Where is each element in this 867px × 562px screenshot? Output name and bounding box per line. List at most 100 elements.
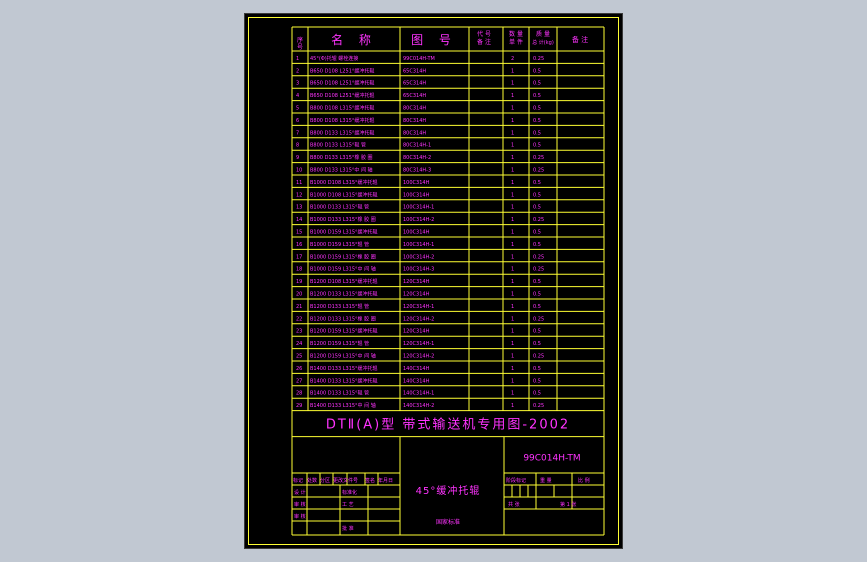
row-name: B800 D108 L315°缓冲托辊 (310, 105, 374, 112)
row-weight: 0.5 (533, 366, 541, 372)
header-weight: 总 计(kg) (532, 39, 554, 46)
row-qty: 1 (511, 230, 514, 236)
row-weight: 0.5 (533, 378, 541, 384)
row-name: 45°(Φ)托辊 螺栓连接 (310, 55, 358, 62)
row-qty: 1 (511, 81, 514, 87)
row-qty: 1 (511, 155, 514, 161)
row-name: B1000 D159 L315°缓冲托辊 (310, 229, 378, 236)
row-seq: 25 (296, 354, 302, 360)
row-seq: 18 (296, 267, 302, 273)
row-seq: 4 (296, 93, 299, 99)
row-seq: 10 (296, 168, 302, 174)
row-name: B650 D108 L251°缓冲托辊 (310, 80, 374, 87)
row-name: B800 D133 L315°橡 胶 圈 (310, 154, 373, 161)
row-drawing-no: 120C314H-2 (403, 316, 434, 322)
row-seq: 12 (296, 192, 302, 198)
row-qty: 1 (511, 304, 514, 310)
row-qty: 1 (511, 329, 514, 335)
row-weight: 0.5 (533, 106, 541, 112)
header-qty: 数 量 (509, 30, 523, 38)
header-material: 代 号 (477, 30, 491, 38)
rev-mark: 标记 (293, 477, 303, 484)
header-weight: 质 量 (536, 30, 550, 38)
row-weight: 0.5 (533, 118, 541, 124)
row-drawing-no: 120C314H-1 (403, 304, 434, 310)
stage-label: 阶段标记 (506, 477, 526, 484)
row-drawing-no: 80C314H (403, 106, 426, 112)
row-seq: 6 (296, 118, 299, 124)
row-drawing-no: 80C314H (403, 118, 426, 124)
row-name: B800 D133 L315°缓冲托辊 (310, 129, 374, 136)
row-qty: 1 (511, 130, 514, 136)
row-qty: 1 (511, 279, 514, 285)
rev-doc: 更改文件号 (333, 477, 358, 484)
row-drawing-no: 80C314H (403, 130, 426, 136)
row-qty: 1 (511, 93, 514, 99)
header-seq: 序 (297, 36, 303, 44)
row-weight: 0.5 (533, 93, 541, 99)
row-drawing-no: 100C314H-3 (403, 267, 434, 273)
rev-count: 处数 (307, 477, 317, 484)
row-name: B650 D108 L251°缓冲托辊 (310, 67, 374, 74)
main-title: DTⅡ(A)型 带式输送机专用图-2002 (326, 417, 570, 433)
row-name: B1400 D133 L315°中 间 轴 (310, 402, 376, 409)
header-material: 备 注 (477, 38, 491, 46)
row-seq: 11 (296, 180, 302, 186)
row-weight: 0.25 (533, 168, 544, 174)
row-qty: 1 (511, 354, 514, 360)
row-weight: 0.5 (533, 242, 541, 248)
row-qty: 1 (511, 192, 514, 198)
row-weight: 0.25 (533, 56, 544, 62)
standard-label: 标准化 (342, 489, 357, 496)
row-qty: 1 (511, 205, 514, 211)
row-drawing-no: 100C314H (403, 192, 430, 198)
row-weight: 0.25 (533, 354, 544, 360)
row-seq: 16 (296, 242, 302, 248)
row-drawing-no: 120C314H (403, 279, 430, 285)
row-drawing-no: 120C314H-2 (403, 354, 434, 360)
row-weight: 0.25 (533, 316, 544, 322)
row-seq: 17 (296, 254, 302, 260)
row-seq: 7 (296, 130, 299, 136)
header-drawing-no: 图 号 (411, 33, 457, 47)
row-weight: 0.5 (533, 180, 541, 186)
row-name: B1000 D108 L315°缓冲托辊 (310, 191, 378, 198)
row-drawing-no: 80C314H-3 (403, 168, 431, 174)
rev-date: 年月日 (378, 477, 393, 484)
weight-label: 重 量 (540, 477, 552, 484)
row-drawing-no: 140C314H (403, 378, 430, 384)
row-qty: 1 (511, 292, 514, 298)
row-seq: 9 (296, 155, 299, 161)
row-name: B1200 D133 L315°橡 胶 圈 (310, 315, 376, 322)
row-weight: 0.5 (533, 329, 541, 335)
row-weight: 0.5 (533, 391, 541, 397)
row-drawing-no: 120C314H-1 (403, 341, 434, 347)
row-drawing-no: 140C314H (403, 366, 430, 372)
row-weight: 0.25 (533, 267, 544, 273)
header-seq: 号 (297, 44, 303, 51)
row-name: B1400 D133 L315°辊 管 (310, 390, 369, 397)
owner-label: 国家标准 (436, 518, 460, 526)
row-qty: 1 (511, 106, 514, 112)
row-weight: 0.5 (533, 81, 541, 87)
row-drawing-no: 100C314H (403, 230, 430, 236)
check-label-2: 审 核 (294, 513, 306, 520)
row-name: B1000 D159 L315°橡 胶 圈 (310, 253, 376, 260)
row-drawing-no: 99C014H-TM (403, 56, 435, 62)
row-qty: 1 (511, 217, 514, 223)
row-seq: 2 (296, 68, 299, 74)
row-weight: 0.5 (533, 130, 541, 136)
row-qty: 1 (511, 378, 514, 384)
row-drawing-no: 80C314H-2 (403, 155, 431, 161)
row-seq: 13 (296, 205, 302, 211)
row-name: B650 D108 L251°缓冲托辊 (310, 92, 374, 99)
row-qty: 1 (511, 254, 514, 260)
drawing-number: 99C014H-TM (523, 454, 580, 464)
bill-of-materials: 序号 名 称 图 号 代 号备 注 数 量单 件 质 量总 计(kg) 备 注 1 45°(Φ)… (291, 26, 605, 536)
row-name: B1200 D108 L315°缓冲托辊 (310, 278, 378, 285)
row-seq: 26 (296, 366, 302, 372)
row-seq: 28 (296, 391, 302, 397)
row-seq: 5 (296, 106, 299, 112)
row-name: B1200 D159 L315°辊 管 (310, 340, 369, 347)
design-label: 设 计 (294, 489, 306, 496)
